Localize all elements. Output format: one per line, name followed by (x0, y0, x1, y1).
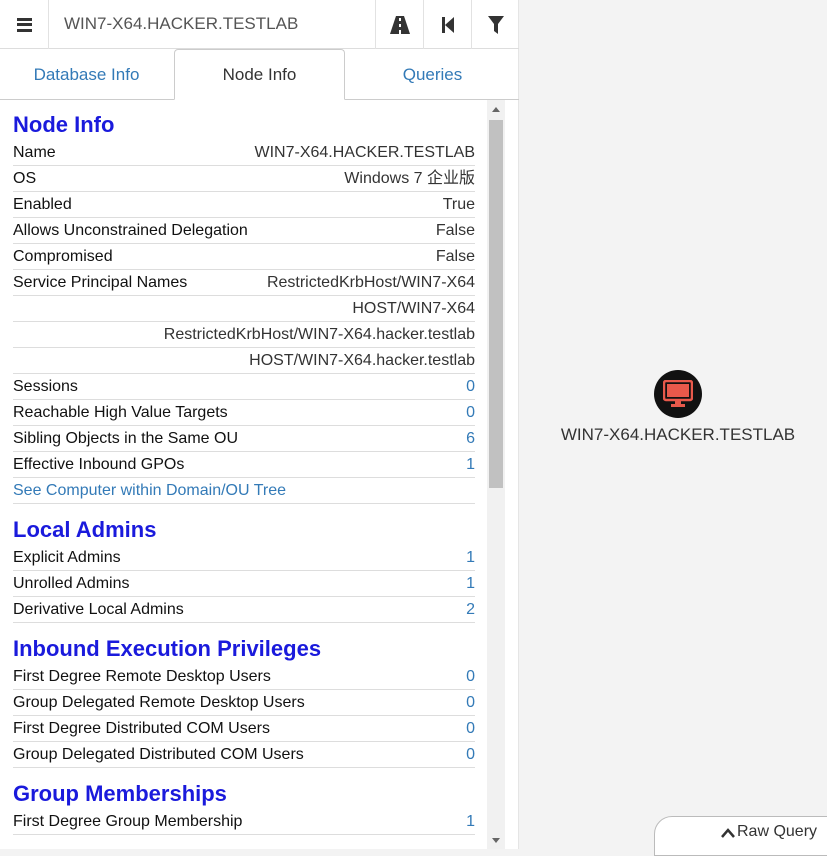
row-count-link[interactable]: 0 (466, 664, 475, 690)
hamburger-icon (16, 17, 32, 32)
row-label: First Degree Group Membership (13, 813, 243, 830)
row-count-link[interactable]: 0 (466, 690, 475, 716)
info-row: Group Delegated Remote Desktop Users 0 (13, 690, 475, 716)
section-title-inbound-execution: Inbound Execution Privileges (13, 636, 322, 661)
step-backward-icon (441, 16, 454, 33)
row-label: Explicit Admins (13, 549, 121, 566)
section-title-local-admins: Local Admins (13, 517, 157, 542)
pathfinding-button[interactable] (375, 0, 423, 49)
search-input[interactable] (50, 0, 374, 48)
row-count-link[interactable]: 6 (466, 426, 475, 452)
road-icon (389, 15, 410, 34)
tab-bar: Database Info Node Info Queries (0, 49, 519, 100)
row-value: False (435, 248, 475, 265)
search-bar (0, 0, 519, 49)
info-row: Group Delegated Distributed COM Users 0 (13, 742, 475, 768)
scroll-thumb[interactable] (489, 120, 503, 488)
row-label: First Degree Distributed COM Users (13, 720, 270, 737)
info-row: RestrictedKrbHost/WIN7-X64.hacker.testla… (13, 322, 475, 348)
graph-node-label: WIN7-X64.HACKER.TESTLAB (560, 425, 796, 444)
row-value: True (442, 196, 475, 213)
row-label: Group Delegated Distributed COM Users (13, 746, 304, 763)
tab-database-info[interactable]: Database Info (0, 49, 173, 100)
info-row: Enabled True (13, 192, 475, 218)
see-computer-in-tree-link[interactable]: See Computer within Domain/OU Tree (13, 478, 475, 504)
row-label: First Degree Remote Desktop Users (13, 668, 271, 685)
row-count-link[interactable]: 2 (466, 597, 475, 623)
row-count-link[interactable]: 0 (466, 716, 475, 742)
info-row: Sibling Objects in the Same OU 6 (13, 426, 475, 452)
row-count-link[interactable]: 0 (466, 742, 475, 768)
row-label: OS (13, 170, 37, 187)
row-count-link[interactable]: 1 (466, 452, 475, 478)
row-label: Allows Unconstrained Delegation (13, 222, 248, 239)
row-value: HOST/WIN7-X64 (352, 300, 475, 317)
info-row: Effective Inbound GPOs 1 (13, 452, 475, 478)
raw-query-toggle[interactable]: Raw Query (654, 816, 827, 856)
tab-node-info[interactable]: Node Info (174, 49, 345, 100)
filter-button[interactable] (471, 0, 519, 49)
row-label: Service Principal Names (13, 274, 188, 291)
info-row: OS Windows 7 企业版 (13, 166, 475, 192)
row-label: Sessions (13, 378, 78, 395)
row-label: Enabled (13, 196, 72, 213)
row-label: Sibling Objects in the Same OU (13, 430, 238, 447)
info-row: Name WIN7-X64.HACKER.TESTLAB (13, 140, 475, 166)
info-row: Reachable High Value Targets 0 (13, 400, 475, 426)
row-value: RestrictedKrbHost/WIN7-X64 (266, 274, 475, 291)
section-title-node-info: Node Info (13, 112, 115, 137)
row-label: Name (13, 144, 56, 161)
row-count-link[interactable]: 0 (466, 400, 475, 426)
node-info-content: Node Info Name WIN7-X64.HACKER.TESTLAB OS W… (13, 100, 475, 835)
row-label: Group Delegated Remote Desktop Users (13, 694, 305, 711)
row-label: Effective Inbound GPOs (13, 456, 185, 473)
row-label: Unrolled Admins (13, 575, 130, 592)
row-value: False (435, 222, 475, 239)
row-value: WIN7-X64.HACKER.TESTLAB (254, 144, 476, 161)
triangle-up-icon (492, 106, 500, 112)
triangle-down-icon (492, 837, 500, 843)
side-panel: Database Info Node Info Queries Node Inf… (0, 0, 519, 849)
menu-button[interactable] (0, 0, 49, 49)
row-value: HOST/WIN7-X64.hacker.testlab (249, 352, 475, 369)
scroll-up-arrow[interactable] (487, 100, 505, 118)
section-title-group-memberships: Group Memberships (13, 781, 227, 806)
info-row: Service Principal Names RestrictedKrbHost… (13, 270, 475, 296)
scrollbar[interactable] (487, 100, 505, 849)
back-button[interactable] (423, 0, 471, 49)
info-row: Derivative Local Admins 2 (13, 597, 475, 623)
chevron-up-icon (721, 828, 735, 838)
row-label: Compromised (13, 248, 113, 265)
info-row: HOST/WIN7-X64 (13, 296, 475, 322)
info-row: First Degree Distributed COM Users 0 (13, 716, 475, 742)
raw-query-label: Raw Query (737, 823, 818, 840)
row-value: Windows 7 企业版 (344, 170, 475, 187)
info-row: First Degree Remote Desktop Users 0 (13, 664, 475, 690)
filter-icon (487, 15, 504, 34)
info-row: Unrolled Admins 1 (13, 571, 475, 597)
graph-node-computer[interactable] (654, 370, 702, 418)
info-row: Explicit Admins 1 (13, 545, 475, 571)
info-row: Allows Unconstrained Delegation False (13, 218, 475, 244)
info-row: Sessions 0 (13, 374, 475, 400)
row-count-link[interactable]: 1 (466, 809, 475, 835)
computer-icon (663, 380, 693, 407)
info-row: Compromised False (13, 244, 475, 270)
row-value: RestrictedKrbHost/WIN7-X64.hacker.testla… (163, 326, 475, 343)
row-count-link[interactable]: 0 (466, 374, 475, 400)
info-row: First Degree Group Membership 1 (13, 809, 475, 835)
row-count-link[interactable]: 1 (466, 545, 475, 571)
row-label: Derivative Local Admins (13, 601, 184, 618)
info-row: HOST/WIN7-X64.hacker.testlab (13, 348, 475, 374)
row-count-link[interactable]: 1 (466, 571, 475, 597)
scroll-down-arrow[interactable] (487, 831, 505, 849)
tab-queries[interactable]: Queries (346, 49, 519, 100)
row-label: Reachable High Value Targets (13, 404, 228, 421)
